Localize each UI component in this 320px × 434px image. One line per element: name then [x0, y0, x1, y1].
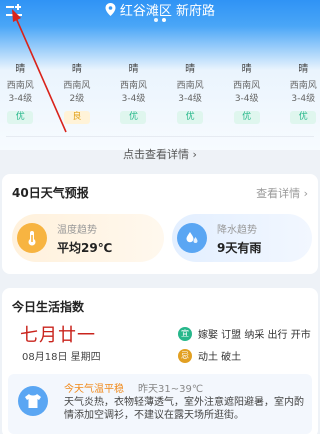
forecast-day[interactable]: 晴西南风 3-4级优: [162, 62, 219, 132]
rain-drop-icon: [177, 223, 207, 253]
wind-level: 2级: [69, 94, 85, 104]
view-details-link[interactable]: 点击查看详情 ›: [0, 146, 320, 164]
weather-text: 晴: [128, 64, 139, 75]
aqi-badge: 优: [177, 111, 204, 124]
card-title: 今日生活指数: [12, 300, 85, 314]
ji-badge: 忌: [178, 348, 192, 363]
tip-title: 今天气温平稳: [64, 384, 124, 395]
rain-trend-value: 9天有雨: [217, 240, 262, 255]
forty-day-forecast-card: 40日天气预报 查看详情 › 温度趋势 平均29℃ 降水趋势 9天有雨: [2, 174, 318, 274]
forecast-day[interactable]: 晴西南风 3-4级优: [0, 62, 49, 132]
wind-level: 3-4级: [8, 94, 33, 104]
aqi-badge: 优: [120, 111, 147, 124]
wind-direction: 西南风: [233, 81, 261, 91]
aqi-badge: 良: [63, 111, 90, 124]
card-title: 40日天气预报: [12, 186, 89, 200]
temperature-trend-button[interactable]: 温度趋势 平均29℃: [12, 214, 164, 262]
wind-direction: 西南风: [63, 81, 91, 91]
ji-text: 动土 破土: [198, 352, 242, 363]
rain-trend-button[interactable]: 降水趋势 9天有雨: [172, 214, 312, 262]
aqi-badge: 优: [233, 111, 260, 124]
thermometer-icon: [17, 223, 47, 253]
weather-text: 晴: [241, 64, 252, 75]
yi-badge: 宜: [178, 326, 192, 341]
weather-text: 晴: [15, 64, 26, 75]
aqi-badge: 优: [7, 111, 34, 124]
forecast-day[interactable]: 晴西南风 3-4级优: [218, 62, 275, 132]
tip-text: 天气炎热，衣物轻薄透气，室外注意遮阳避暑，室内酌情添加空调衫，不建议在露天场所逛…: [64, 397, 304, 421]
location-pin-icon: [105, 2, 116, 16]
rain-trend-label: 降水趋势: [217, 224, 257, 236]
wind-direction: 西南风: [6, 81, 34, 91]
hourly-forecast-row[interactable]: 晴西南风 3-4级优 晴西南风 2级良 晴西南风 3-4级优 晴西南风 3-4级优 晴西南风 3-…: [0, 62, 320, 132]
dressing-tip-box[interactable]: 今天气温平稳 昨天31~39℃ 天气炎热，衣物轻薄透气，室外注意遮阳避暑，室内酌…: [8, 374, 312, 434]
weather-text: 晴: [185, 64, 196, 75]
wind-direction: 西南风: [289, 81, 317, 91]
clothing-icon: [18, 386, 48, 416]
location-title[interactable]: 红谷滩区 新府路: [0, 0, 320, 19]
lunar-date[interactable]: 七月廿一: [20, 321, 96, 347]
forecast-day[interactable]: 晴西南风 3-4级优: [275, 62, 320, 132]
life-index-card: 今日生活指数 七月廿一 08月18日 星期四 宜 嫁娶 订盟 纳采 出行 开市 …: [2, 288, 318, 434]
temperature-trend-label: 温度趋势: [57, 224, 97, 236]
almanac-yi-row[interactable]: 宜 嫁娶 订盟 纳采 出行 开市: [178, 326, 311, 341]
wind-level: 3-4级: [291, 94, 316, 104]
weather-text: 晴: [298, 64, 309, 75]
wind-level: 3-4级: [121, 94, 146, 104]
yi-text: 嫁娶 订盟 纳采 出行 开市: [198, 330, 311, 341]
weather-text: 晴: [71, 64, 82, 75]
page-indicator: [0, 18, 320, 22]
location-text: 红谷滩区 新府路: [119, 3, 216, 19]
wind-direction: 西南风: [176, 81, 204, 91]
aqi-badge: 优: [290, 111, 317, 124]
view-more-link[interactable]: 查看详情 ›: [256, 185, 308, 201]
page-dot: [154, 18, 158, 22]
wind-level: 3-4级: [234, 94, 259, 104]
weather-header: 红谷滩区 新府路 晴西南风 3-4级优 晴西南风 2级良 晴西南风 3-4级优 晴西南风 3-…: [0, 0, 320, 150]
temperature-trend-value: 平均29℃: [57, 240, 113, 255]
forecast-day[interactable]: 晴西南风 2级良: [49, 62, 106, 132]
almanac-ji-row[interactable]: 忌 动土 破土: [178, 348, 241, 363]
wind-level: 3-4级: [178, 94, 202, 104]
page-dot-active: [162, 18, 166, 22]
solar-date: 08月18日 星期四: [22, 352, 101, 363]
forecast-day[interactable]: 晴西南风 3-4级优: [105, 62, 162, 132]
tip-temperature-range: 昨天31~39℃: [138, 384, 204, 395]
wind-direction: 西南风: [119, 81, 147, 91]
divider: [6, 136, 314, 137]
